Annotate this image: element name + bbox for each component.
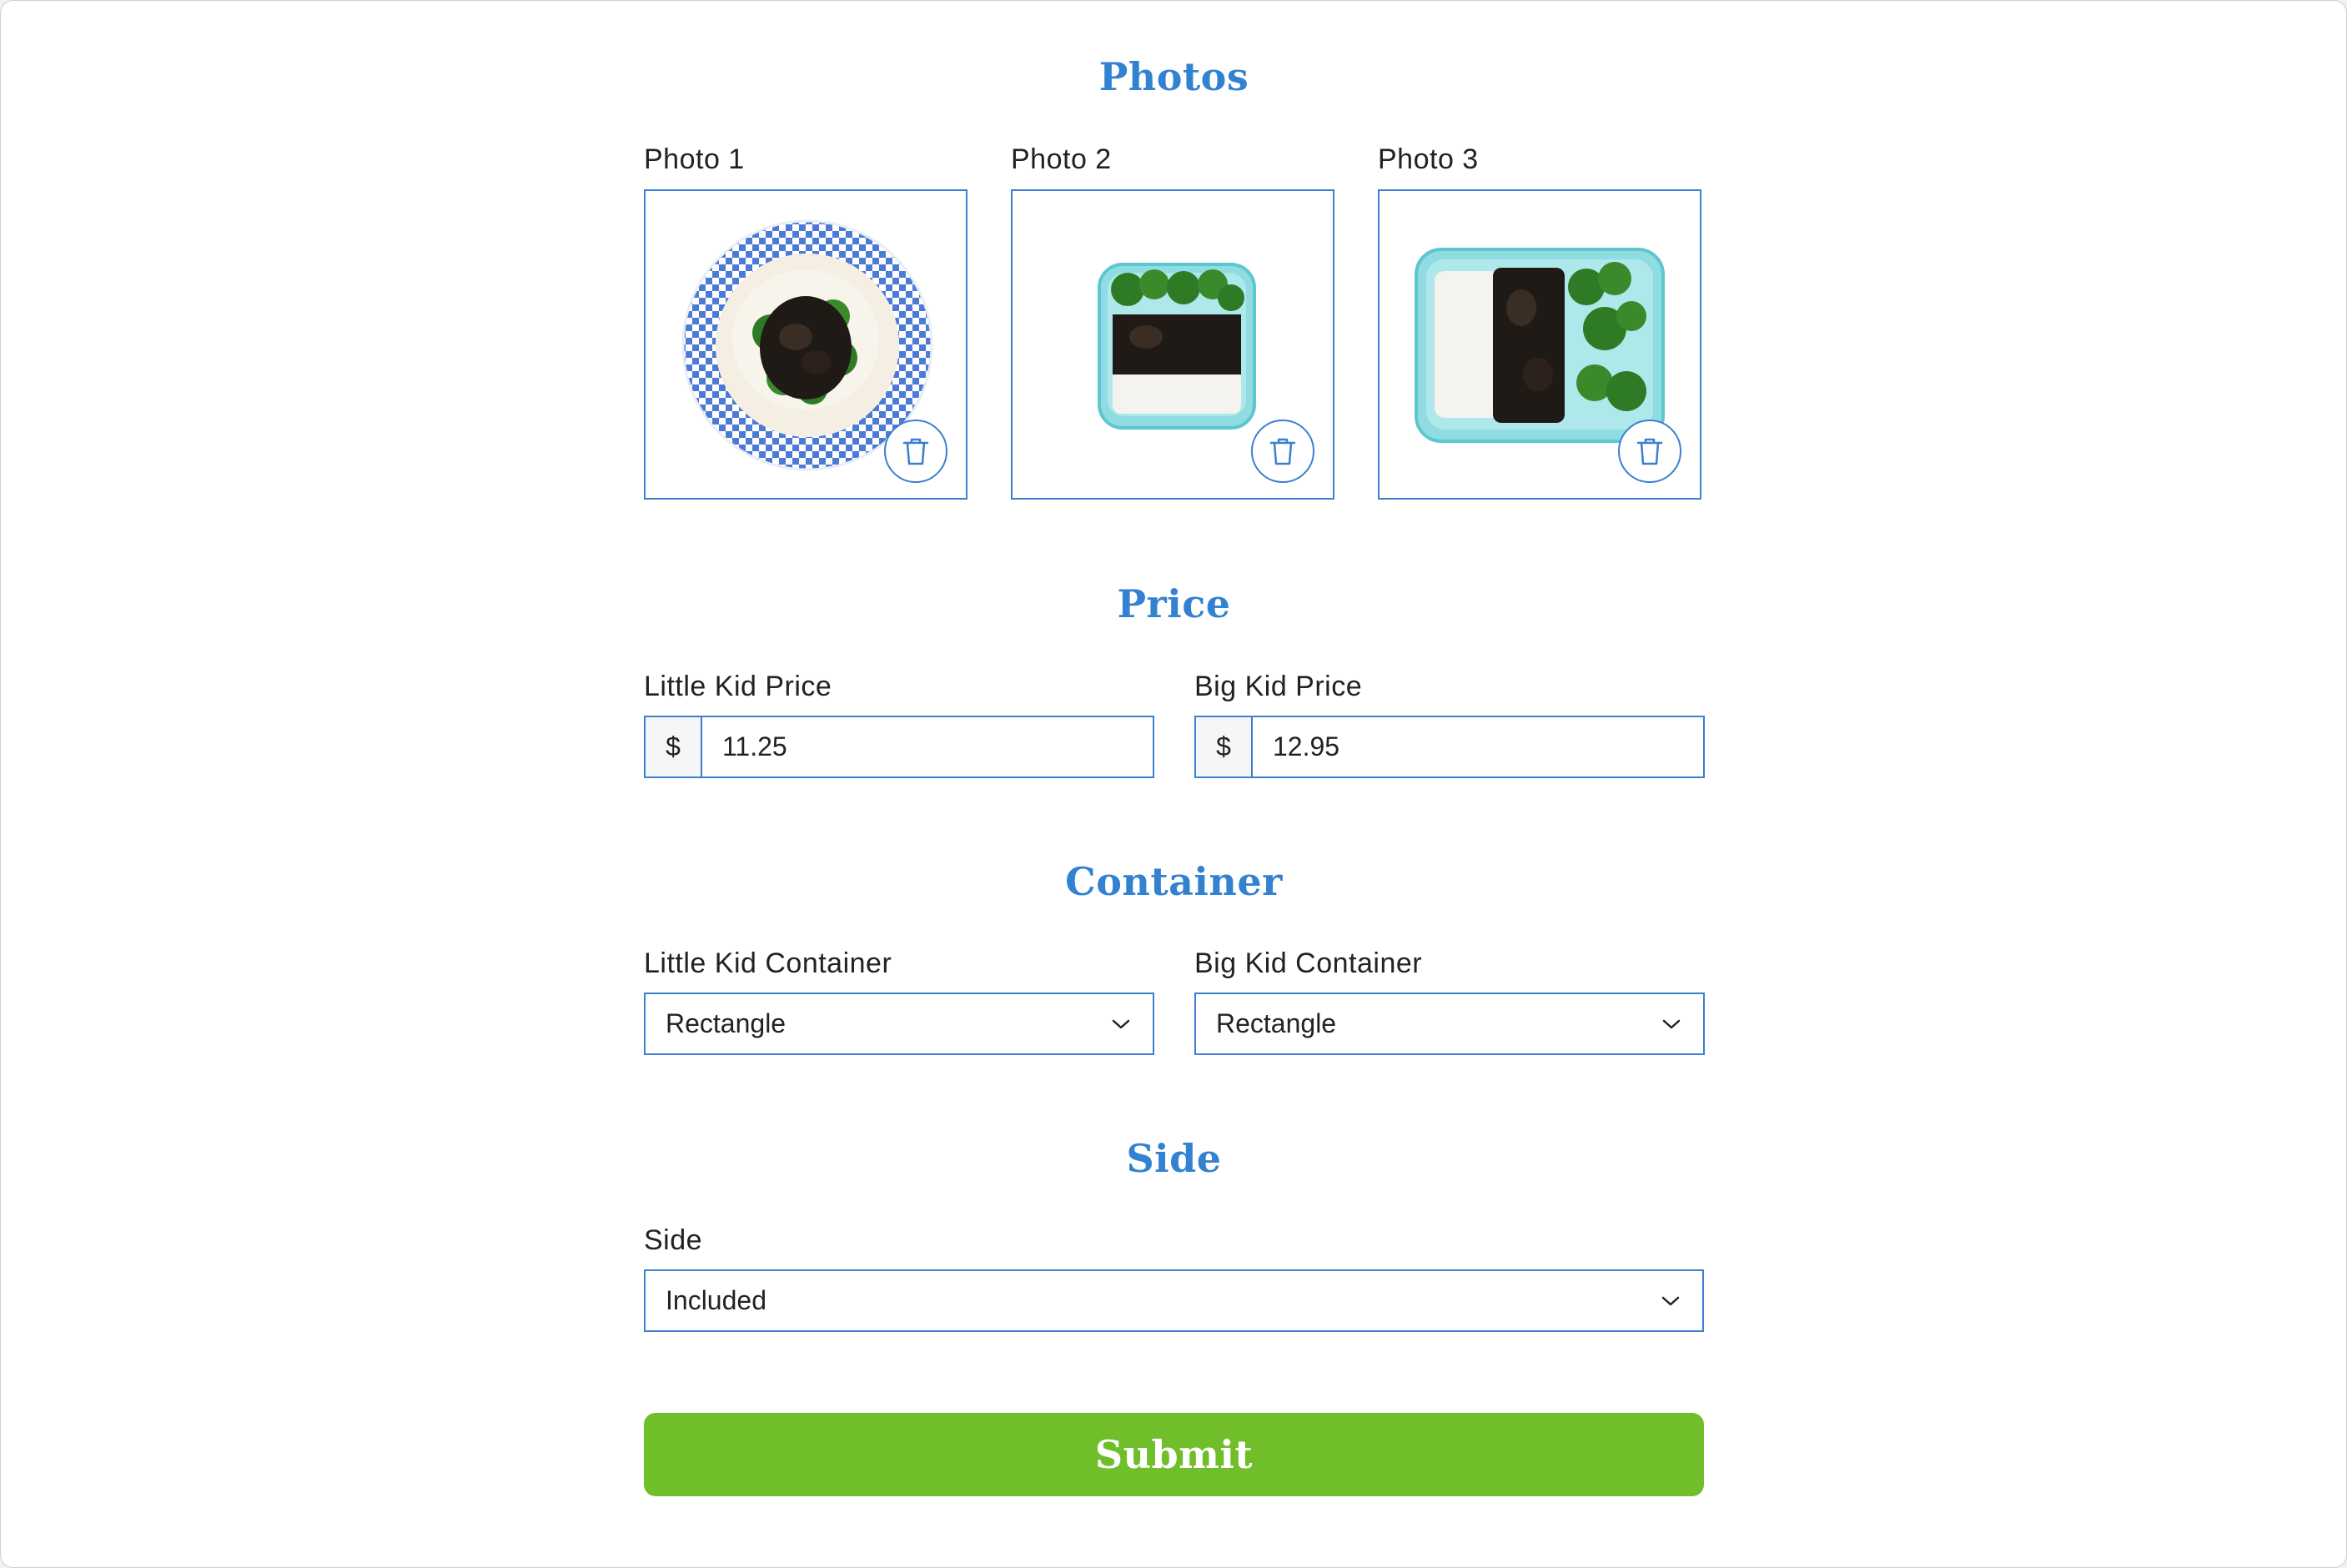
photo-1-delete-button[interactable] — [884, 420, 947, 483]
big-kid-price-label: Big Kid Price — [1194, 671, 1363, 702]
side-heading: Side — [1126, 1136, 1222, 1181]
little-kid-price-group: $ — [644, 716, 1154, 778]
photo-1-label: Photo 1 — [644, 143, 745, 175]
side-select[interactable]: Included — [644, 1269, 1704, 1332]
chevron-down-icon — [1112, 1019, 1130, 1028]
currency-prefix: $ — [1196, 717, 1253, 776]
photo-1-slot[interactable] — [644, 189, 967, 500]
photo-3-delete-button[interactable] — [1618, 420, 1681, 483]
photo-2-delete-button[interactable] — [1251, 420, 1314, 483]
page: Photos Photo 1 Photo 2 Photo 3 Price Lit… — [0, 0, 2347, 1568]
big-kid-container-value: Rectangle — [1216, 1008, 1337, 1038]
photo-3-label: Photo 3 — [1378, 143, 1479, 175]
side-value: Included — [666, 1285, 766, 1315]
big-kid-price-group: $ — [1194, 716, 1705, 778]
little-kid-container-value: Rectangle — [666, 1008, 787, 1038]
big-kid-price-input[interactable] — [1253, 717, 1703, 776]
container-heading: Container — [1065, 859, 1283, 904]
submit-button[interactable]: Submit — [644, 1413, 1704, 1496]
little-kid-container-select[interactable]: Rectangle — [644, 993, 1154, 1055]
photo-2-label: Photo 2 — [1011, 143, 1112, 175]
photos-heading: Photos — [1098, 54, 1249, 99]
trash-icon — [1269, 438, 1296, 465]
currency-prefix: $ — [646, 717, 702, 776]
chevron-down-icon — [1662, 1019, 1681, 1028]
big-kid-container-label: Big Kid Container — [1194, 947, 1423, 979]
trash-icon — [902, 438, 929, 465]
little-kid-price-input[interactable] — [702, 717, 1153, 776]
big-kid-container-select[interactable]: Rectangle — [1194, 993, 1705, 1055]
little-kid-container-label: Little Kid Container — [644, 947, 892, 979]
little-kid-price-label: Little Kid Price — [644, 671, 832, 702]
side-label: Side — [644, 1224, 703, 1256]
photo-3-slot[interactable] — [1378, 189, 1701, 500]
trash-icon — [1636, 438, 1663, 465]
price-heading: Price — [1117, 581, 1231, 626]
chevron-down-icon — [1661, 1296, 1680, 1305]
photo-2-slot[interactable] — [1011, 189, 1334, 500]
